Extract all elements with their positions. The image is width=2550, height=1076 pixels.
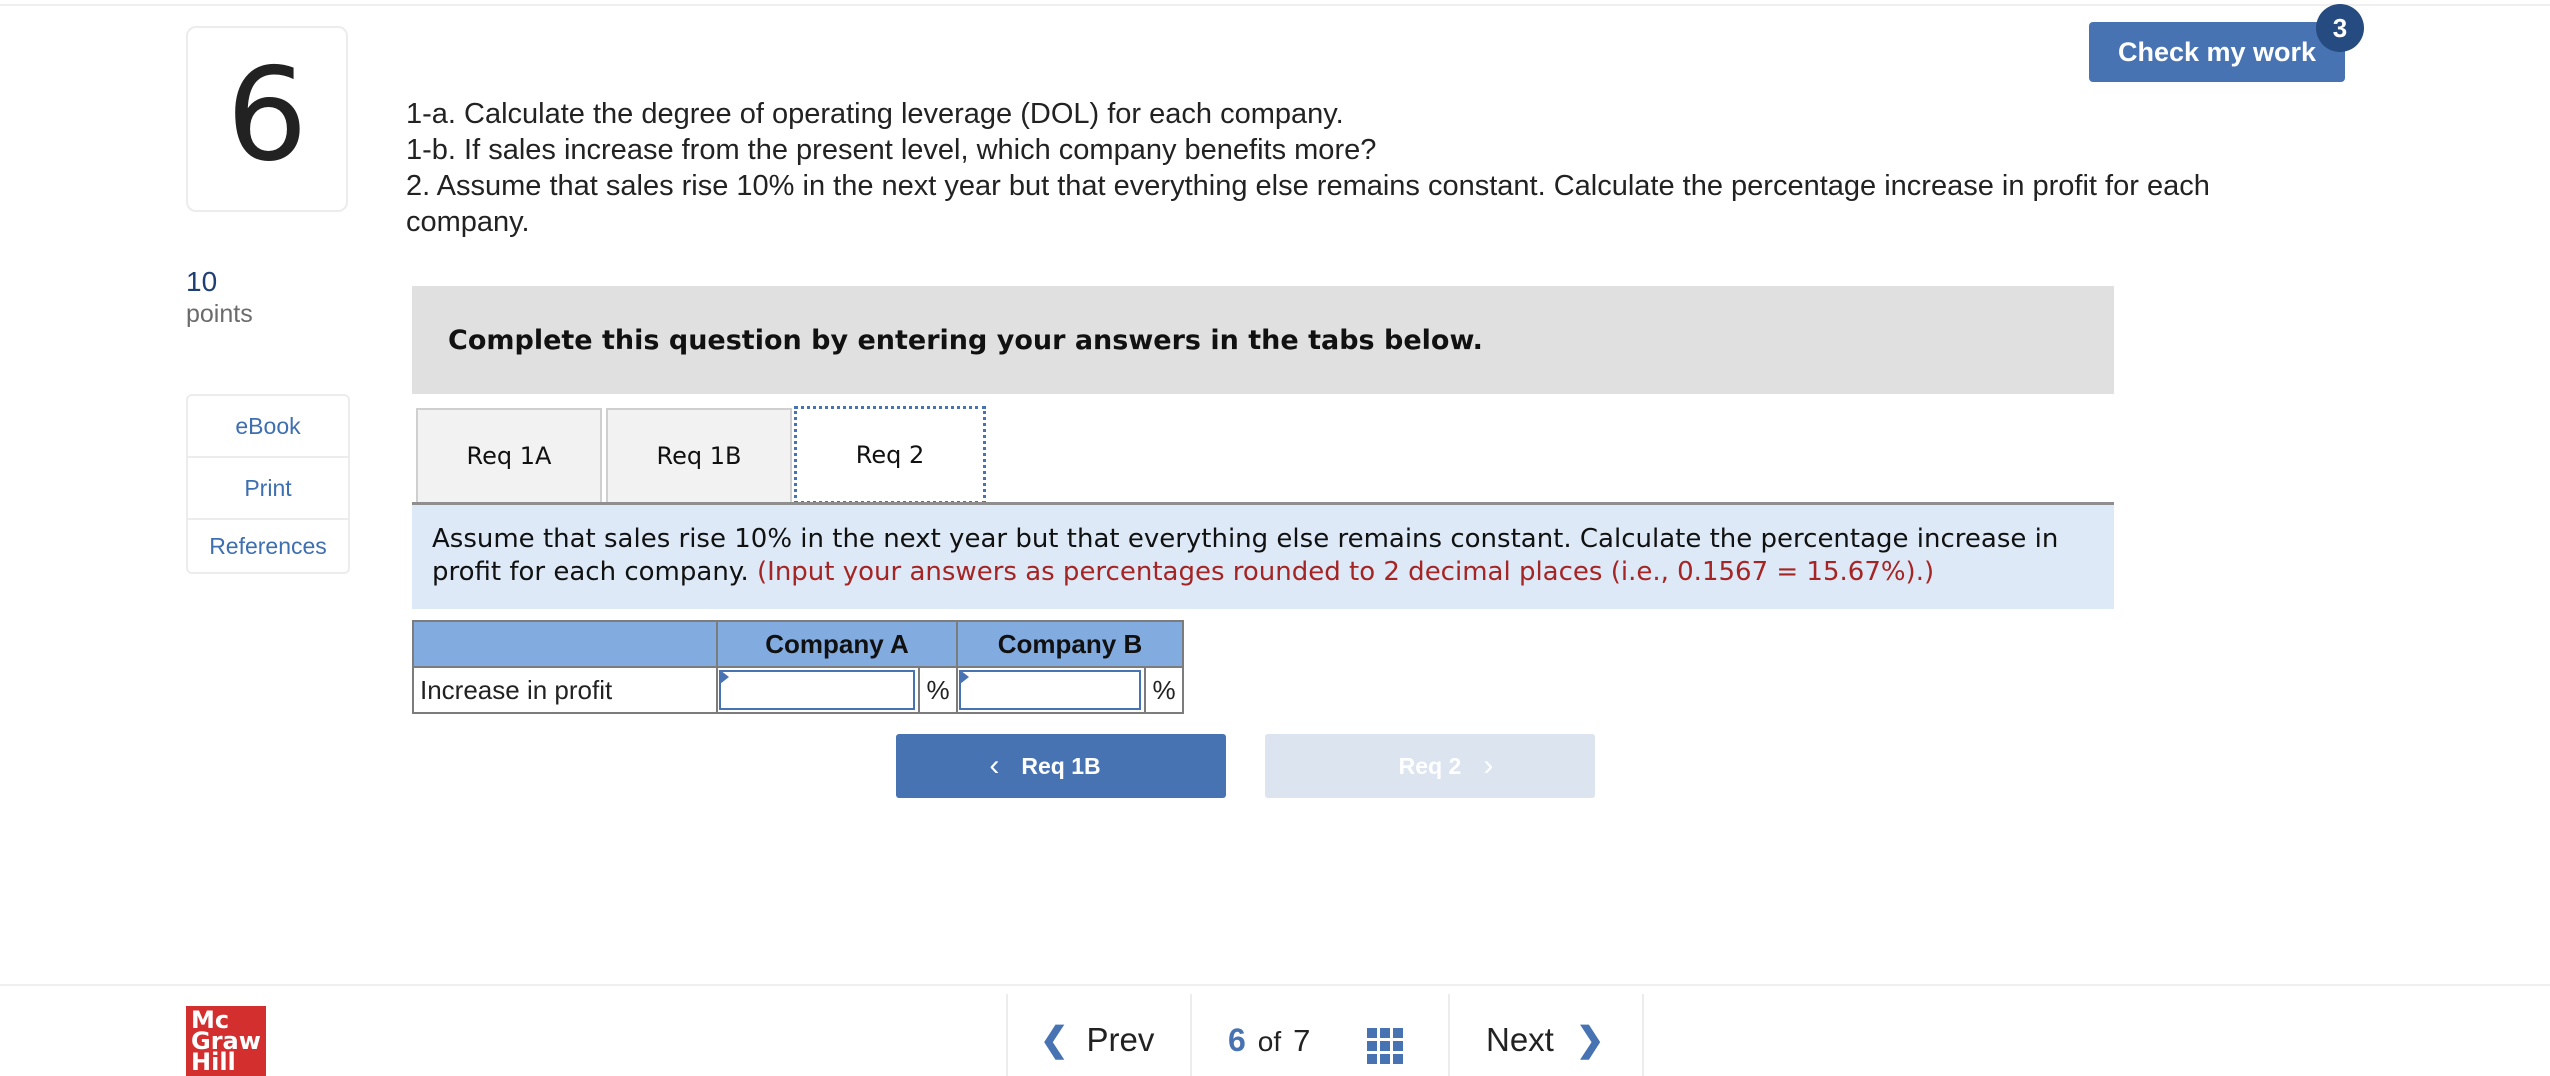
question-grid-icon[interactable]: [1367, 1028, 1403, 1064]
input-flag-icon: [720, 670, 729, 684]
check-my-work-button[interactable]: Check my work: [2089, 22, 2345, 82]
company-b-cell: [956, 666, 1146, 714]
question-number: 6: [226, 41, 308, 190]
pager-separator: [1448, 994, 1450, 1076]
print-link[interactable]: Print: [188, 458, 348, 520]
table-row: Increase in profit % %: [412, 666, 1184, 714]
next-requirement-label: Req 2: [1398, 752, 1462, 779]
pager-separator: [1642, 994, 1644, 1076]
company-b-percent-unit: %: [1144, 666, 1184, 714]
chevron-left-icon: ‹: [989, 749, 1000, 782]
next-question-button[interactable]: Next ❯: [1486, 1020, 1604, 1060]
current-page: 6: [1228, 1022, 1246, 1058]
ebook-link[interactable]: eBook: [188, 396, 348, 458]
header-blank: [412, 620, 718, 668]
question-number-box: 6: [186, 26, 348, 212]
header-company-a: Company A: [716, 620, 958, 668]
instructions-banner: Complete this question by entering your …: [412, 286, 2114, 394]
page-indicator: 6 of 7: [1228, 1022, 1310, 1059]
chevron-left-icon: ❮: [1040, 1021, 1069, 1059]
header-company-b: Company B: [956, 620, 1184, 668]
requirement-description: Assume that sales rise 10% in the next y…: [412, 505, 2114, 609]
points-label: points: [186, 300, 253, 328]
prev-question-button[interactable]: ❮ Prev: [1040, 1020, 1154, 1060]
previous-requirement-button[interactable]: ‹ Req 1B ‹: [896, 734, 1226, 798]
instruction-1b: 1-b. If sales increase from the present …: [406, 134, 1377, 166]
company-b-increase-input[interactable]: [959, 670, 1141, 710]
row-label-increase-in-profit: Increase in profit: [412, 666, 718, 714]
instruction-2: 2. Assume that sales rise 10% in the nex…: [406, 170, 2210, 238]
chevron-right-icon: ❯: [1575, 1021, 1605, 1059]
requirement-note: (Input your answers as percentages round…: [757, 557, 1935, 587]
input-flag-icon: [960, 670, 969, 684]
resource-links: eBook Print References: [186, 394, 350, 574]
footer-divider: [0, 984, 2550, 986]
tab-req-1a[interactable]: Req 1A: [416, 408, 602, 502]
tab-req-2[interactable]: Req 2: [794, 406, 986, 504]
instruction-1a: 1-a. Calculate the degree of operating l…: [406, 98, 1344, 130]
points-value: 10: [186, 266, 218, 297]
question-instructions: 1-a. Calculate the degree of operating l…: [406, 96, 2306, 240]
total-pages: 7: [1293, 1023, 1311, 1058]
table-header-row: Company A Company B: [412, 620, 1184, 668]
tab-req-1b[interactable]: Req 1B: [606, 408, 792, 502]
company-a-percent-unit: %: [918, 666, 958, 714]
pager-separator: [1006, 994, 1008, 1076]
chevron-right-icon: ›: [1483, 749, 1494, 782]
logo-line-3: Hill: [191, 1048, 236, 1076]
prev-label: Prev: [1086, 1021, 1155, 1058]
references-link[interactable]: References: [188, 520, 348, 572]
company-a-increase-input[interactable]: [719, 670, 915, 710]
of-label: of: [1257, 1026, 1282, 1057]
company-a-cell: [716, 666, 920, 714]
pager-separator: [1190, 994, 1192, 1076]
mcgraw-hill-logo: Mc Graw Hill: [186, 1006, 266, 1076]
top-divider: [0, 4, 2550, 6]
next-requirement-button: › Req 2 ›: [1265, 734, 1595, 798]
previous-requirement-label: Req 1B: [1021, 752, 1101, 779]
attempts-remaining-badge: 3: [2316, 4, 2364, 52]
answer-table: Company A Company B Increase in profit %…: [412, 620, 1184, 714]
next-label: Next: [1486, 1021, 1554, 1058]
banner-text: Complete this question by entering your …: [448, 324, 1483, 356]
